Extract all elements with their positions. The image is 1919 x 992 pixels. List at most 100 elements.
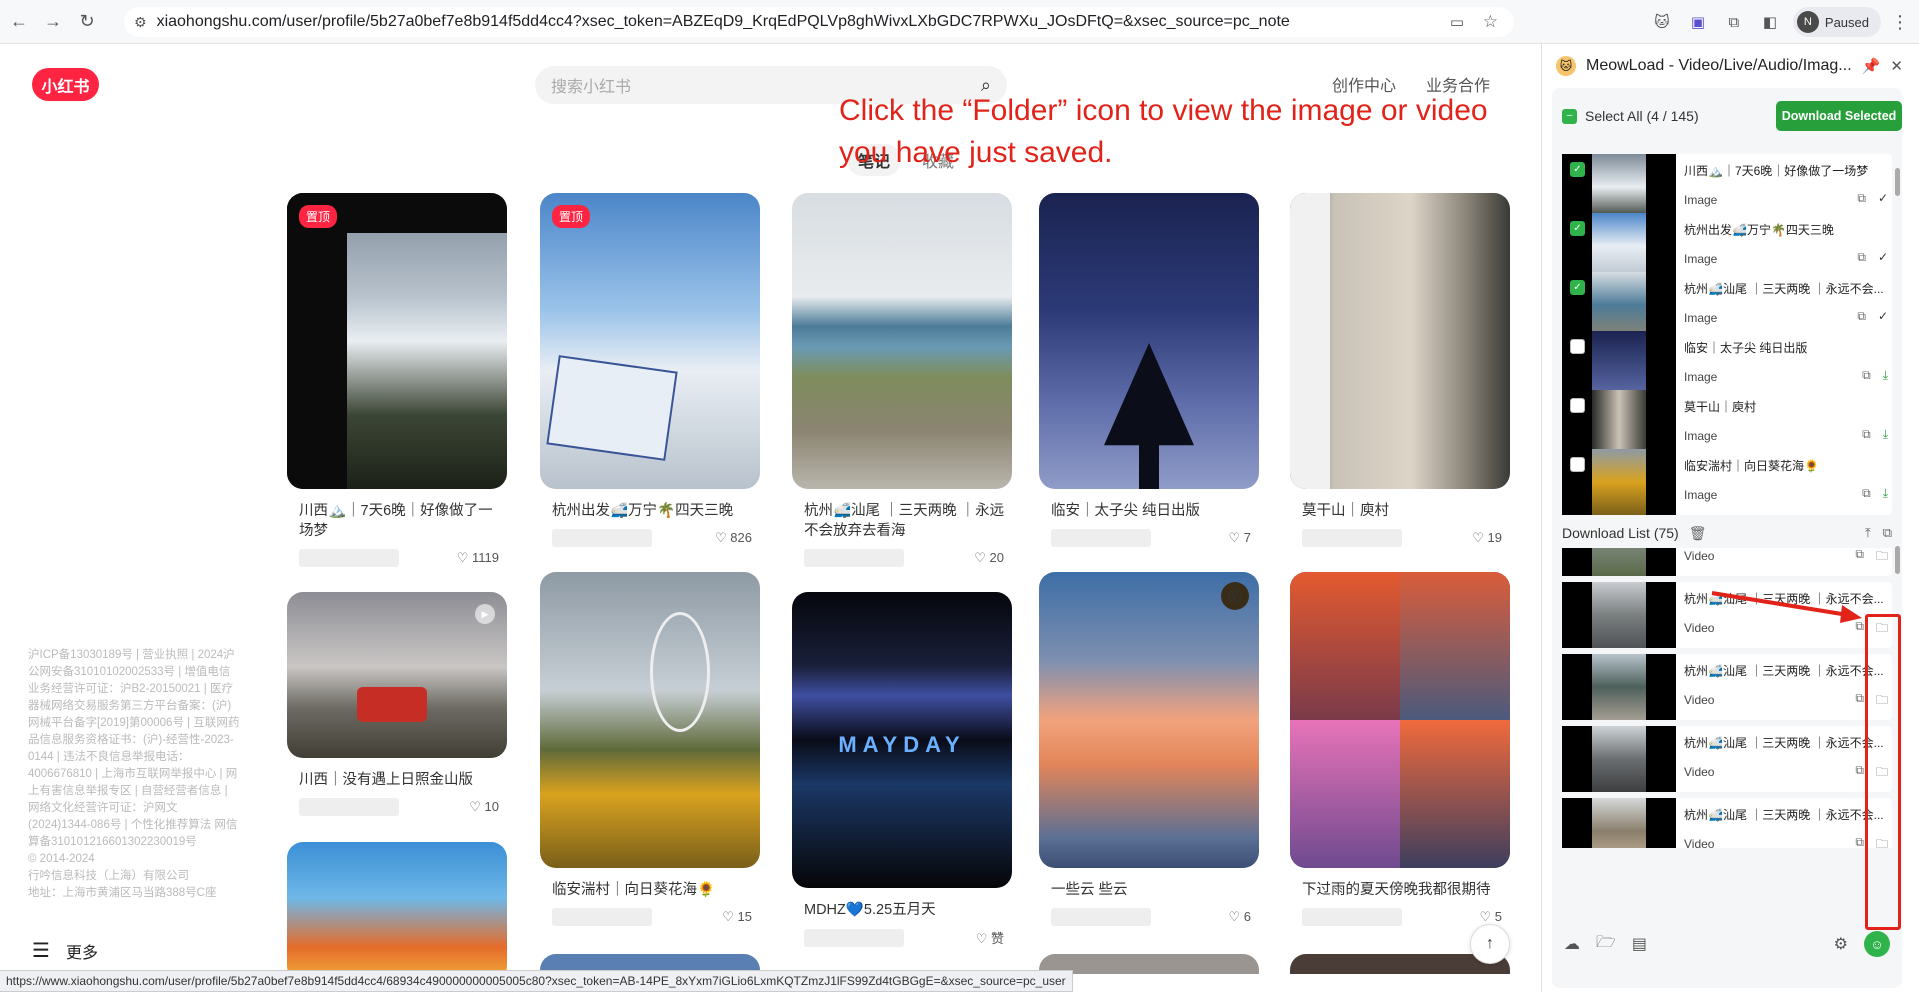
note-card[interactable]: 莫干山｜庾村 ♡ 19 (1290, 193, 1512, 547)
close-icon[interactable]: ✕ (1890, 57, 1903, 75)
scroll-top-icon[interactable]: ⤒ (1865, 525, 1871, 541)
note-title[interactable]: 一些云 些云 (1039, 880, 1261, 900)
note-image[interactable] (1039, 193, 1259, 489)
site-info-icon[interactable]: ⚙ (134, 14, 147, 31)
media-item[interactable]: 临安湍村｜向日葵花海🌻 Image ⧉ ⤓ (1562, 449, 1892, 515)
note-title[interactable]: 川西🏔️｜7天6晚｜好像做了一场梦 (287, 501, 509, 541)
author-placeholder[interactable] (1302, 529, 1402, 547)
folder-icon[interactable]: 🗀 (1876, 548, 1888, 568)
like-count[interactable]: ♡ 15 (722, 909, 752, 925)
like-count[interactable]: ♡ 7 (1228, 530, 1251, 546)
note-card[interactable]: 置顶 杭州出发🚅万宁🌴四天三晚 ♡ 826 (540, 193, 762, 547)
note-card[interactable]: 😮 一些云 些云 ♡ 6 (1039, 572, 1261, 926)
media-list-scrollbar[interactable] (1895, 168, 1900, 196)
menu-dots-icon[interactable]: ⋮ (1891, 12, 1909, 33)
note-title[interactable]: 临安｜太子尖 纯日出版 (1039, 501, 1261, 521)
item-checkbox[interactable] (1570, 339, 1585, 354)
note-title[interactable]: 临安湍村｜向日葵花海🌻 (540, 880, 762, 900)
copy-icon[interactable]: ⧉ (1862, 427, 1871, 442)
like-count[interactable]: ♡ 1119 (457, 550, 499, 566)
item-checkbox[interactable]: ✓ (1570, 221, 1585, 236)
note-image[interactable] (792, 193, 1012, 489)
archive-icon[interactable]: ▤ (1632, 934, 1647, 954)
author-placeholder[interactable] (552, 529, 652, 547)
copy-icon[interactable]: ⧉ (1855, 835, 1864, 848)
author-placeholder[interactable] (1051, 908, 1151, 926)
author-placeholder[interactable] (804, 928, 904, 947)
note-card[interactable]: 下过雨的夏天傍晚我都很期待 ♡ 5 (1290, 572, 1512, 926)
media-item[interactable]: ✓ 杭州🚅汕尾 ｜三天两晚 ｜永远不会... Image ⧉ ✓ (1562, 272, 1892, 338)
media-item[interactable]: ✓ 川西🏔️｜7天6晚｜好像做了一场梦 Image ⧉ ✓ (1562, 154, 1892, 220)
extensions-puzzle-icon[interactable]: ⧉ (1721, 9, 1747, 35)
note-title[interactable]: 下过雨的夏天傍晚我都很期待 (1290, 880, 1512, 900)
like-count[interactable]: ♡ 赞 (976, 928, 1004, 947)
like-count[interactable]: ♡ 5 (1479, 909, 1502, 925)
reload-icon[interactable]: ↻ (72, 7, 102, 37)
media-item[interactable]: ✓ 杭州出发🚅万宁🌴四天三晚 Image ⧉ ✓ (1562, 213, 1892, 279)
author-placeholder[interactable] (804, 549, 904, 567)
download-selected-button[interactable]: Download Selected (1776, 101, 1902, 131)
select-all-checkbox[interactable]: – (1562, 108, 1577, 124)
url-text[interactable]: xiaohongshu.com/user/profile/5b27a0bef7e… (157, 13, 1290, 31)
extension-badge-icon[interactable]: ▣ (1685, 9, 1711, 35)
select-all-label[interactable]: Select All (4 / 145) (1585, 108, 1699, 124)
extension-cat-icon[interactable]: 🐱 (1649, 9, 1675, 35)
note-image[interactable] (287, 842, 507, 974)
note-card[interactable]: 置顶 川西🏔️｜7天6晚｜好像做了一场梦 ♡ 1119 (287, 193, 509, 567)
author-placeholder[interactable] (1302, 908, 1402, 926)
note-image[interactable] (1290, 572, 1510, 868)
cast-icon[interactable]: ▭ (1450, 13, 1464, 31)
note-card[interactable]: 临安｜太子尖 纯日出版 ♡ 7 (1039, 193, 1261, 547)
copy-icon[interactable]: ⧉ (1855, 763, 1864, 784)
note-image[interactable]: ▶ (287, 592, 507, 758)
download-item[interactable]: 杭州🚅汕尾 ｜三天两晚 ｜永远不会... Video ⧉ 🗀 (1562, 726, 1892, 792)
download-icon[interactable]: ⤓ (1883, 486, 1888, 501)
folder-open-icon[interactable]: 🗁 (1596, 931, 1616, 958)
copy-icon[interactable]: ⧉ (1857, 250, 1866, 265)
like-count[interactable]: ♡ 20 (974, 550, 1004, 566)
note-card[interactable]: 临安湍村｜向日葵花海🌻 ♡ 15 (540, 572, 762, 926)
note-image[interactable]: 😮 (1039, 572, 1259, 868)
copy-icon[interactable]: ⧉ (1862, 368, 1871, 383)
profile-button[interactable]: N Paused (1792, 7, 1881, 37)
download-icon[interactable]: ⤓ (1883, 368, 1888, 383)
side-panel-icon[interactable]: ◧ (1757, 9, 1783, 35)
download-item[interactable]: Video ⧉ 🗀 (1562, 548, 1892, 576)
open-window-icon[interactable]: ⧉ (1883, 525, 1892, 541)
note-title[interactable]: 莫干山｜庾村 (1290, 501, 1512, 521)
note-card[interactable]: MAYDAY MDHZ💙5.25五月天 ♡ 赞 (792, 592, 1014, 947)
note-title[interactable]: MDHZ💙5.25五月天 (792, 900, 1014, 920)
like-count[interactable]: ♡ 19 (1472, 530, 1502, 546)
media-item[interactable]: 临安｜太子尖 纯日出版 Image ⧉ ⤓ (1562, 331, 1892, 397)
note-image[interactable] (1290, 193, 1510, 489)
address-bar[interactable]: ⚙ xiaohongshu.com/user/profile/5b27a0bef… (124, 7, 1514, 37)
more-menu[interactable]: ☰ 更多 (32, 938, 98, 963)
forward-icon[interactable]: → (38, 7, 68, 37)
user-avatar-icon[interactable]: ☺ (1864, 931, 1890, 957)
note-title[interactable]: 杭州🚅汕尾 ｜三天两晚 ｜永远不会放弃去看海 (792, 501, 1014, 541)
media-item[interactable]: 莫干山｜庾村 Image ⧉ ⤓ (1562, 390, 1892, 456)
author-placeholder[interactable] (299, 549, 399, 567)
item-checkbox[interactable] (1570, 457, 1585, 472)
note-card[interactable]: ▶ 川西｜没有遇上日照金山版 ♡ 10 (287, 592, 509, 816)
note-card[interactable] (287, 842, 509, 974)
note-card[interactable]: 杭州🚅汕尾 ｜三天两晚 ｜永远不会放弃去看海 ♡ 20 (792, 193, 1014, 567)
download-item[interactable]: 杭州🚅汕尾 ｜三天两晚 ｜永远不会... Video ⧉ 🗀 (1562, 798, 1892, 848)
site-logo[interactable]: 小红书 (32, 68, 99, 101)
copy-icon[interactable]: ⧉ (1855, 548, 1864, 568)
back-to-top-button[interactable]: ↑ (1470, 924, 1510, 964)
note-image[interactable]: 置顶 (540, 193, 760, 489)
item-checkbox[interactable]: ✓ (1570, 280, 1585, 295)
note-title[interactable]: 杭州出发🚅万宁🌴四天三晚 (540, 501, 762, 521)
bookmark-star-icon[interactable]: ☆ (1483, 12, 1498, 32)
copy-icon[interactable]: ⧉ (1855, 691, 1864, 712)
author-placeholder[interactable] (552, 908, 652, 926)
note-image[interactable]: MAYDAY (792, 592, 1012, 888)
like-count[interactable]: ♡ 826 (715, 530, 752, 546)
author-placeholder[interactable] (299, 798, 399, 816)
item-checkbox[interactable] (1570, 398, 1585, 413)
copy-icon[interactable]: ⧉ (1857, 191, 1866, 206)
download-icon[interactable]: ⤓ (1883, 427, 1888, 442)
back-icon[interactable]: ← (4, 7, 34, 37)
settings-gear-icon[interactable]: ⚙ (1834, 934, 1848, 954)
